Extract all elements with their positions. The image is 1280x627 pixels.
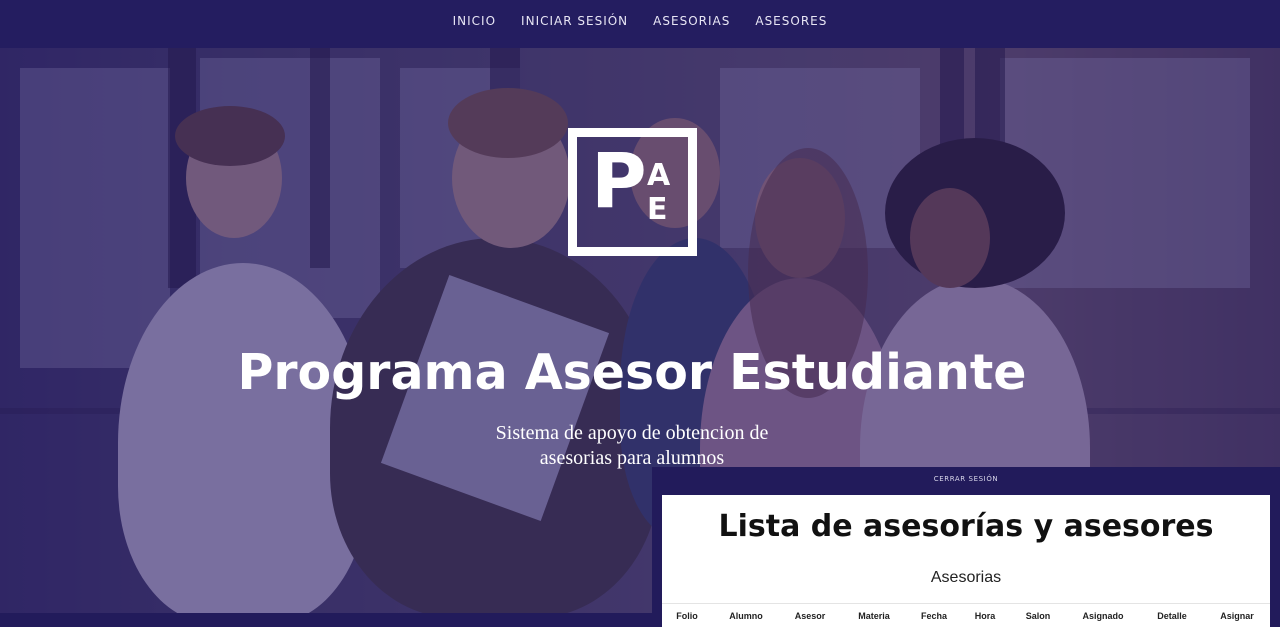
- section-title: Asesorias: [930, 569, 1002, 586]
- column-header-detalle: Detalle: [1157, 610, 1187, 621]
- nav-link-inicio[interactable]: INICIO: [453, 14, 496, 28]
- hero-subtitle-line-2: asesorias para alumnos: [539, 447, 725, 469]
- column-header-alumno: Alumno: [729, 610, 763, 621]
- asesorias-card: Lista de asesorías y asesores Asesorias …: [662, 495, 1270, 627]
- hero-subtitle: Sistema de apoyo de obtencion de asesori…: [482, 421, 782, 471]
- table-header-row: Folio Alumno Asesor Materia Fecha Hora S…: [662, 603, 1270, 627]
- logo-letter-a: A: [647, 158, 671, 193]
- column-header-hora: Hora: [974, 610, 996, 621]
- logo-letter-p: P: [591, 136, 647, 225]
- column-header-fecha: Fecha: [920, 610, 947, 621]
- column-header-asignado: Asignado: [1082, 610, 1124, 621]
- column-header-salon: Salon: [1025, 610, 1051, 621]
- hero-title: Programa Asesor Estudiante: [237, 344, 1027, 401]
- hero-subtitle-line-1: Sistema de apoyo de obtencion de: [495, 422, 769, 444]
- column-header-asignar: Asignar: [1220, 610, 1254, 621]
- nav-link-iniciar-sesion[interactable]: INICIAR SESIÓN: [521, 14, 628, 28]
- pae-logo: P A E: [568, 128, 697, 256]
- nav-link-asesorias[interactable]: ASESORIAS: [653, 14, 730, 28]
- column-header-materia: Materia: [858, 610, 890, 621]
- nav-link-asesores[interactable]: ASESORES: [755, 14, 827, 28]
- column-header-asesor: Asesor: [794, 610, 826, 621]
- logo-letter-e: E: [647, 192, 668, 227]
- column-header-folio: Folio: [676, 610, 698, 621]
- asesorias-panel: CERRAR SESIÓN Lista de asesorías y aseso…: [652, 467, 1280, 627]
- logout-link[interactable]: CERRAR SESIÓN: [652, 475, 1280, 483]
- top-navbar: INICIO INICIAR SESIÓN ASESORIAS ASESORES: [0, 0, 1280, 48]
- list-heading: Lista de asesorías y asesores: [718, 509, 1214, 544]
